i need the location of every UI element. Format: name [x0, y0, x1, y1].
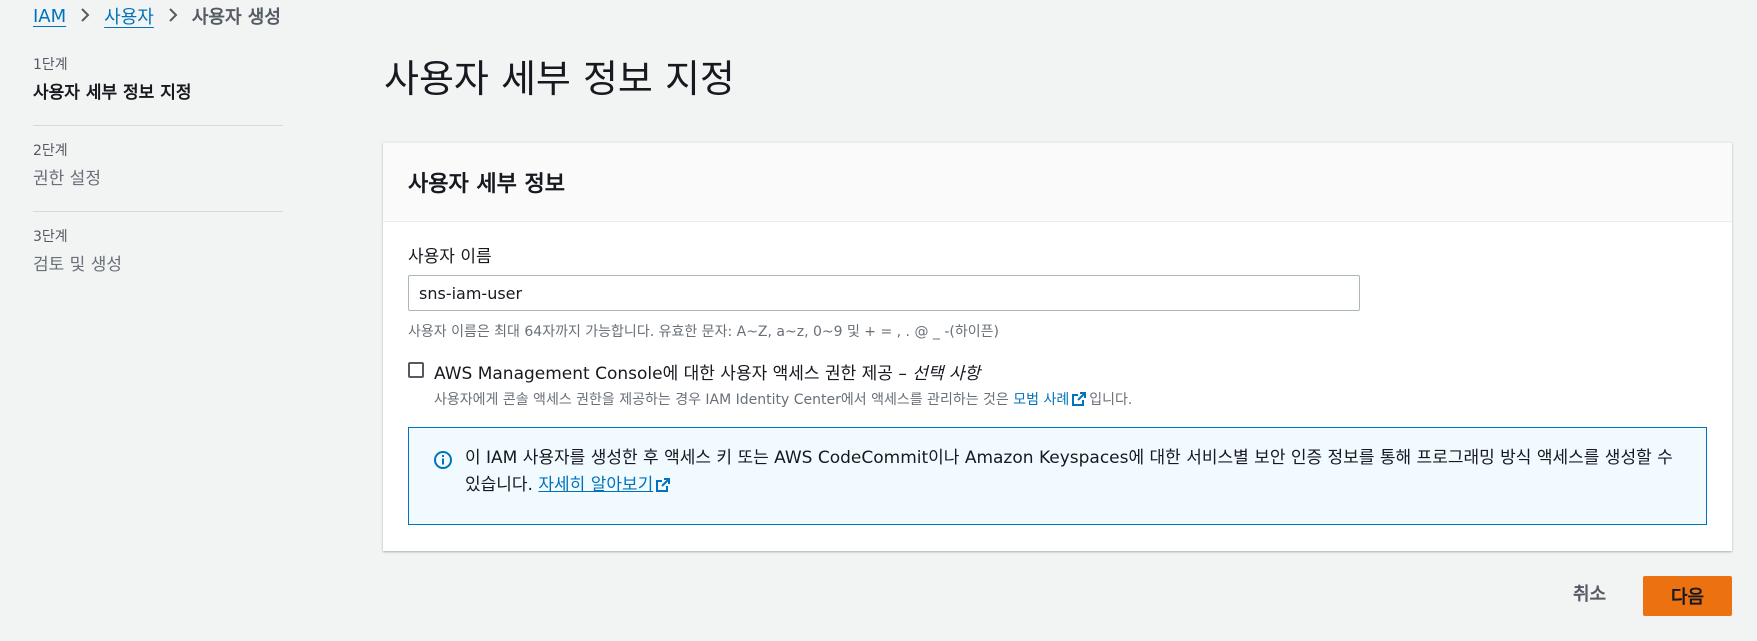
- step-2: 2단계 권한 설정: [33, 140, 283, 212]
- step-1: 1단계 사용자 세부 정보 지정: [33, 54, 283, 126]
- breadcrumb: IAM 사용자 사용자 생성: [33, 3, 281, 29]
- info-icon: [433, 450, 453, 479]
- step-title: 권한 설정: [33, 169, 101, 189]
- step-number: 2단계: [33, 143, 68, 159]
- console-access-option: AWS Management Console에 대한 사용자 액세스 권한 제공…: [408, 359, 1132, 411]
- breadcrumb-users-link[interactable]: 사용자: [104, 3, 154, 29]
- breadcrumb-current: 사용자 생성: [191, 7, 281, 28]
- wizard-steps: 1단계 사용자 세부 정보 지정 2단계 권한 설정 3단계 검토 및 생성: [33, 54, 283, 311]
- username-input[interactable]: [408, 275, 1360, 311]
- page-title: 사용자 세부 정보 지정: [384, 57, 735, 101]
- console-access-desc-suffix: 입니다.: [1089, 392, 1133, 408]
- panel-title: 사용자 세부 정보: [408, 172, 565, 197]
- user-details-panel: 사용자 세부 정보 사용자 이름 사용자 이름은 최대 64자까지 가능합니다.…: [383, 142, 1732, 551]
- chevron-right-icon: [160, 4, 186, 28]
- step-number: 1단계: [33, 57, 68, 73]
- panel-header: 사용자 세부 정보: [383, 143, 1732, 222]
- username-hint: 사용자 이름은 최대 64자까지 가능합니다. 유효한 문자: A~Z, a~z…: [408, 324, 999, 340]
- console-access-desc-prefix: 사용자에게 콘솔 액세스 권한을 제공하는 경우 IAM Identity Ce…: [434, 392, 1014, 408]
- breadcrumb-iam-link[interactable]: IAM: [33, 6, 66, 27]
- console-access-label[interactable]: AWS Management Console에 대한 사용자 액세스 권한 제공…: [434, 359, 1132, 384]
- learn-more-link[interactable]: 자세히 알아보기: [538, 475, 653, 495]
- cancel-button[interactable]: 취소: [1573, 580, 1606, 606]
- console-access-checkbox[interactable]: [408, 362, 424, 378]
- step-title: 사용자 세부 정보 지정: [33, 83, 192, 103]
- username-label: 사용자 이름: [408, 247, 492, 267]
- optional-label: 선택 사항: [912, 364, 981, 384]
- step-title: 검토 및 생성: [33, 255, 123, 275]
- info-alert: 이 IAM 사용자를 생성한 후 액세스 키 또는 AWS CodeCommit…: [408, 427, 1707, 525]
- external-link-icon[interactable]: [1071, 391, 1087, 411]
- next-button[interactable]: 다음: [1643, 576, 1732, 616]
- chevron-right-icon: [72, 4, 98, 28]
- best-practice-link[interactable]: 모범 사례: [1013, 392, 1069, 408]
- external-link-icon[interactable]: [655, 475, 671, 502]
- step-3: 3단계 검토 및 생성: [33, 226, 283, 297]
- console-access-text: AWS Management Console에 대한 사용자 액세스 권한 제공…: [434, 359, 1132, 411]
- console-access-label-main: AWS Management Console에 대한 사용자 액세스 권한 제공…: [434, 364, 913, 384]
- step-number: 3단계: [33, 229, 68, 245]
- console-access-description: 사용자에게 콘솔 액세스 권한을 제공하는 경우 IAM Identity Ce…: [434, 389, 1132, 411]
